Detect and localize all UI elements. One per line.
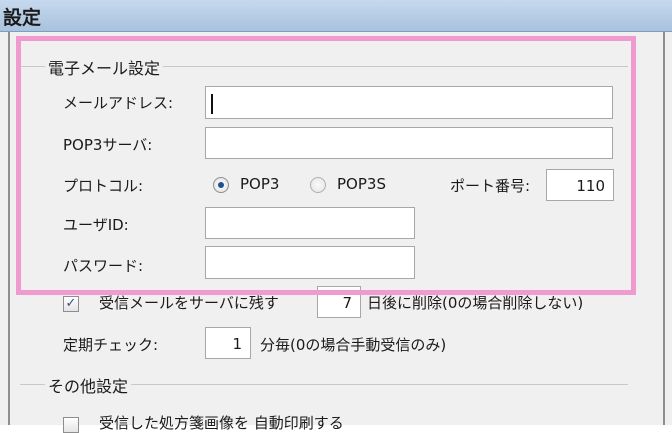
email-address-input[interactable] bbox=[205, 86, 613, 119]
protocol-label: プロトコル: bbox=[63, 177, 144, 195]
address-label: メールアドレス: bbox=[63, 94, 174, 112]
title-bar: 設定 bbox=[0, 0, 672, 32]
auto-print-label[interactable]: 受信した処方箋画像を 自動印刷する bbox=[99, 412, 344, 433]
protocol-pop3-label[interactable]: POP3 bbox=[240, 175, 279, 193]
protocol-pop3s-radio[interactable] bbox=[310, 177, 326, 193]
left-border bbox=[8, 32, 10, 425]
radio-selected-dot bbox=[218, 182, 224, 188]
periodic-check-input[interactable]: 1 bbox=[205, 327, 251, 359]
other-group-title: その他設定 bbox=[45, 373, 132, 397]
text-caret bbox=[211, 94, 213, 114]
keep-days-input[interactable]: 7 bbox=[317, 286, 361, 318]
window-title: 設定 bbox=[3, 7, 42, 29]
user-id-label: ユーザID: bbox=[63, 216, 129, 234]
port-label: ポート番号: bbox=[450, 177, 531, 195]
periodic-check-suffix: 分毎(0の場合手動受信のみ) bbox=[260, 336, 447, 354]
password-input[interactable] bbox=[205, 246, 415, 279]
protocol-pop3s-label[interactable]: POP3S bbox=[337, 175, 386, 193]
pop3-server-label: POP3サーバ: bbox=[63, 136, 153, 154]
periodic-check-label: 定期チェック: bbox=[63, 336, 159, 354]
user-id-input[interactable] bbox=[205, 207, 415, 239]
keep-days-suffix: 日後に削除(0の場合削除しない) bbox=[367, 294, 584, 312]
protocol-pop3-radio[interactable] bbox=[213, 177, 229, 193]
keep-on-server-checkbox[interactable]: ✓ bbox=[63, 296, 79, 312]
auto-print-checkbox[interactable] bbox=[63, 417, 79, 433]
password-label: パスワード: bbox=[63, 257, 144, 275]
email-group-title: 電子メール設定 bbox=[45, 55, 164, 79]
pop3-server-input[interactable] bbox=[205, 127, 613, 159]
right-border bbox=[663, 32, 665, 425]
keep-on-server-label[interactable]: 受信メールをサーバに残す bbox=[99, 292, 279, 313]
port-input[interactable]: 110 bbox=[546, 169, 614, 201]
